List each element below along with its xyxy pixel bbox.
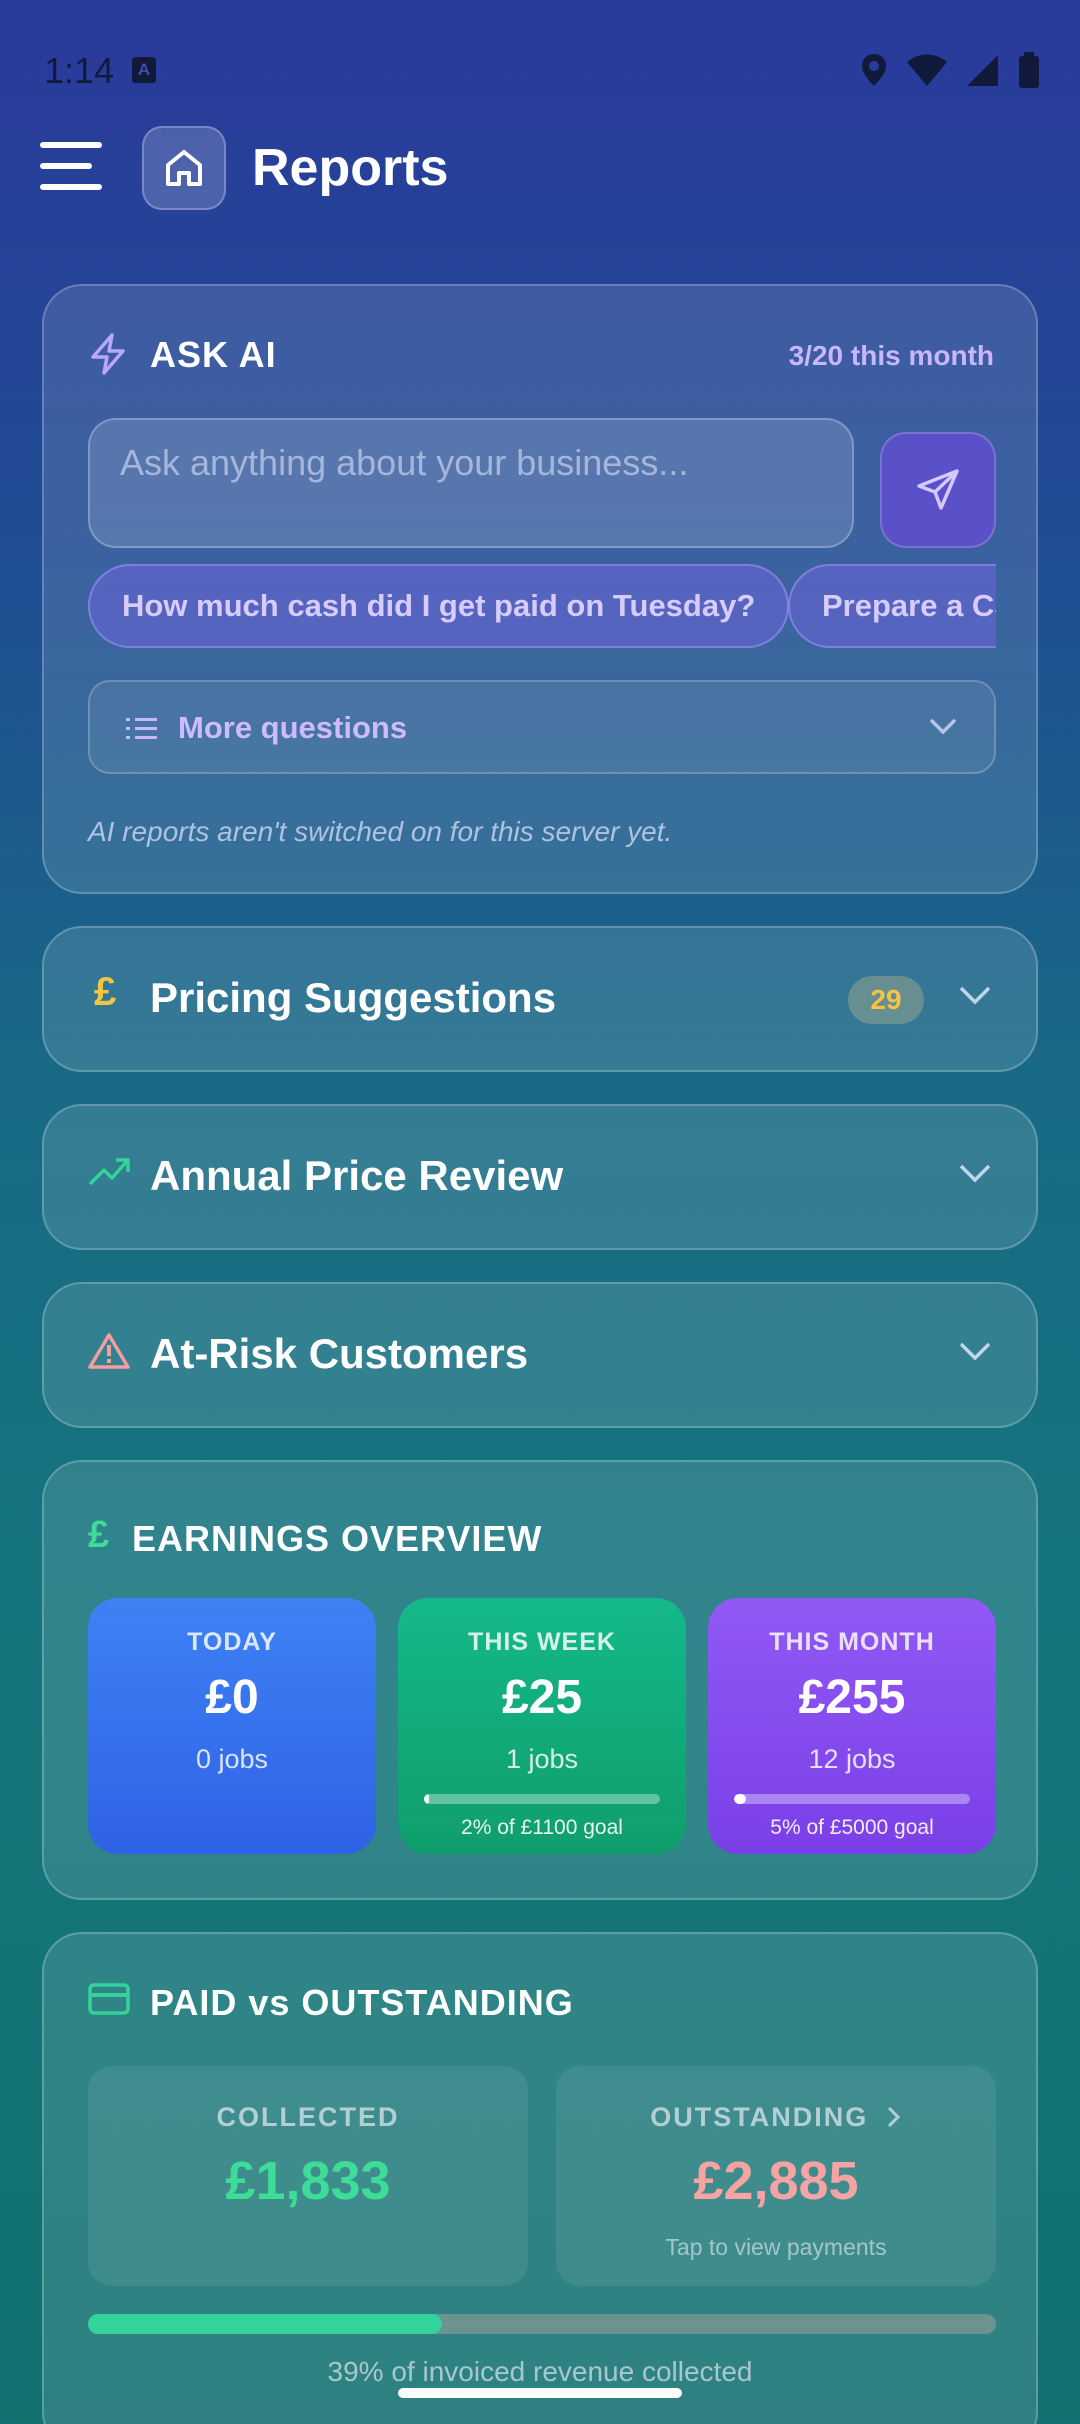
- pricing-count-badge: 29: [848, 976, 924, 1024]
- ask-ai-title: ASK AI: [150, 334, 277, 375]
- at-risk-customers-title: At-Risk Customers: [150, 1330, 529, 1377]
- tile-value: £255: [798, 1671, 906, 1724]
- status-icons: [860, 52, 1040, 88]
- tile-goal: 2% of £1100 goal: [461, 1816, 623, 1839]
- collected-caption: 39% of invoiced revenue collected: [327, 2356, 753, 2387]
- ask-ai-note: AI reports aren't switched on for this s…: [88, 816, 673, 847]
- goal-progress-fill: [424, 1794, 429, 1804]
- tile-jobs: 12 jobs: [808, 1744, 896, 1774]
- send-button[interactable]: [880, 432, 996, 548]
- signal-icon: [967, 55, 998, 86]
- earnings-tile-week: THIS WEEK £25 1 jobs 2% of £1100 goal: [398, 1598, 686, 1854]
- more-questions-label: More questions: [178, 710, 408, 745]
- menu-icon: [40, 142, 102, 148]
- battery-icon: [1019, 52, 1039, 88]
- home-icon: [166, 150, 202, 186]
- chevron-down-icon: [959, 1342, 991, 1361]
- chevron-down-icon: [959, 1164, 991, 1183]
- collected-value: £1,833: [225, 2151, 391, 2211]
- earnings-tile-month: THIS MONTH £255 12 jobs 5% of £5000 goal: [708, 1598, 996, 1854]
- menu-button[interactable]: [40, 142, 102, 194]
- tile-value: £0: [205, 1671, 259, 1724]
- more-questions-dropdown[interactable]: More questions: [88, 680, 996, 774]
- goal-progress-bar: [734, 1794, 970, 1804]
- status-bar: 1:14 A: [0, 0, 1080, 140]
- outstanding-value: £2,885: [693, 2151, 859, 2211]
- wifi-icon: [907, 54, 947, 86]
- tile-goal: 5% of £5000 goal: [770, 1816, 934, 1839]
- annual-price-review-title: Annual Price Review: [150, 1152, 564, 1199]
- paid-vs-outstanding-title: PAID vs OUTSTANDING: [150, 1982, 574, 2023]
- ask-ai-input[interactable]: [88, 418, 854, 548]
- tile-label: TODAY: [187, 1628, 277, 1656]
- outstanding-hint: Tap to view payments: [665, 2234, 887, 2260]
- page-title: Reports: [252, 139, 449, 197]
- credit-card-icon: [88, 1983, 130, 2015]
- tile-label: THIS MONTH: [769, 1628, 935, 1656]
- pound-icon: £: [94, 970, 117, 1014]
- warning-icon: [88, 1333, 130, 1369]
- outstanding-label: OUTSTANDING: [556, 2102, 996, 2133]
- pricing-suggestions-section[interactable]: £ Pricing Suggestions 29: [42, 926, 1038, 1072]
- list-icon: [126, 718, 157, 739]
- collected-progress-fill: [88, 2314, 443, 2334]
- suggestion-chip[interactable]: How much cash did I get paid on Tuesday?: [88, 564, 790, 648]
- collected-box: COLLECTED £1,833: [88, 2066, 528, 2286]
- collected-progress-bar: [88, 2314, 996, 2334]
- tile-jobs: 0 jobs: [195, 1744, 269, 1774]
- home-indicator: [398, 2388, 682, 2398]
- send-icon: [917, 469, 959, 510]
- trending-up-icon: [88, 1158, 130, 1186]
- ask-ai-usage: 3/20 this month: [788, 340, 994, 371]
- status-time: 1:14: [44, 50, 115, 91]
- chevron-down-icon: [929, 718, 957, 735]
- tile-jobs: 1 jobs: [505, 1744, 579, 1774]
- pricing-suggestions-title: Pricing Suggestions: [150, 974, 557, 1021]
- at-risk-customers-section[interactable]: At-Risk Customers: [42, 1282, 1038, 1428]
- paid-vs-outstanding-card: PAID vs OUTSTANDING COLLECTED £1,833 OUT…: [42, 1932, 1038, 2424]
- earnings-tile-today: TODAY £0 0 jobs: [88, 1598, 376, 1854]
- collected-label: COLLECTED: [216, 2102, 400, 2132]
- goal-progress-bar: [424, 1794, 660, 1804]
- suggestion-chips: How much cash did I get paid on Tuesday?…: [88, 564, 996, 650]
- chevron-down-icon: [959, 986, 991, 1005]
- lightning-icon: [91, 333, 125, 375]
- location-icon: [862, 54, 886, 86]
- suggestion-chip[interactable]: Prepare a CS: [788, 564, 996, 648]
- chevron-right-icon: [887, 2106, 900, 2128]
- outstanding-box[interactable]: OUTSTANDING £2,885 Tap to view payments: [556, 2066, 996, 2286]
- earnings-overview-title: EARNINGS OVERVIEW: [132, 1518, 543, 1559]
- annual-price-review-section[interactable]: Annual Price Review: [42, 1104, 1038, 1250]
- home-button[interactable]: [142, 126, 226, 210]
- pound-icon: £: [88, 1514, 110, 1556]
- goal-progress-fill: [734, 1794, 746, 1804]
- ask-ai-card: ASK AI 3/20 this month How much cash did…: [42, 284, 1038, 894]
- earnings-overview-card: £ EARNINGS OVERVIEW TODAY £0 0 jobs THIS…: [42, 1460, 1038, 1900]
- status-notification-badge: A: [132, 57, 156, 83]
- tile-value: £25: [501, 1671, 583, 1724]
- tile-label: THIS WEEK: [468, 1628, 616, 1656]
